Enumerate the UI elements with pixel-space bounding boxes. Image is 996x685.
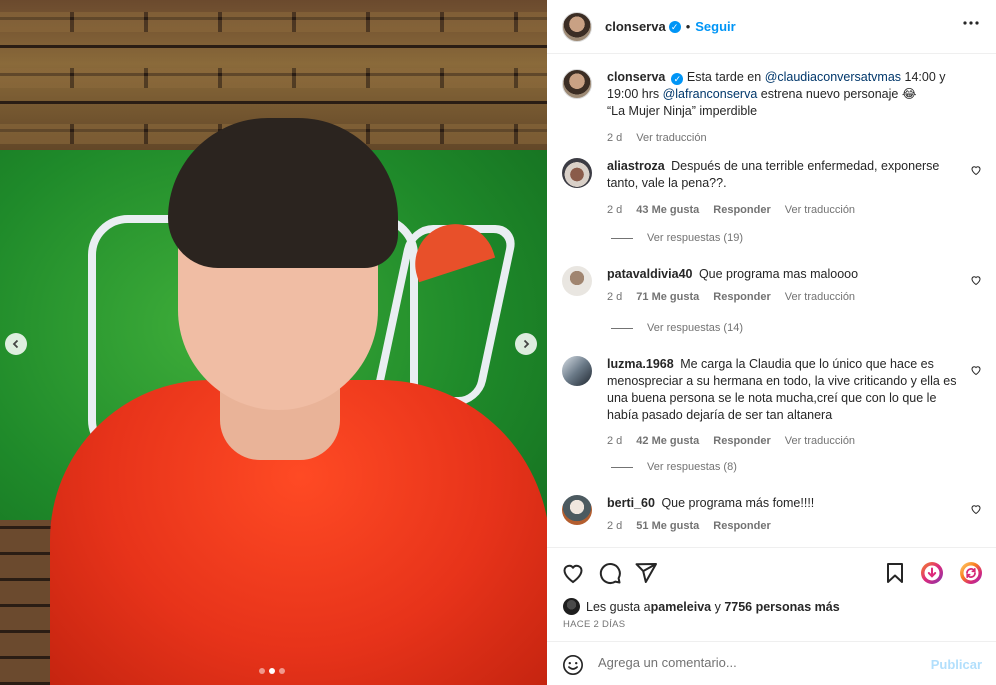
share-send-icon[interactable] [634,561,658,585]
post-action-bar [547,547,996,593]
like-heart-icon[interactable] [970,503,982,515]
comment-item: berti_60 Que programa más fome!!!! 2 d 5… [562,495,982,535]
translate-link[interactable]: Ver traducción [785,289,855,306]
comment-time[interactable]: 2 d [607,202,622,219]
comment-time[interactable]: 2 d [607,289,622,306]
like-heart-icon[interactable] [970,274,982,286]
reply-button[interactable]: Responder [713,518,770,535]
view-replies-label: Ver respuestas (19) [647,232,743,244]
likes-prefix: Les gusta a [586,599,651,614]
verified-badge-icon: ✓ [668,20,681,33]
carousel-dot [259,668,265,674]
comment-username[interactable]: patavaldivia40 [607,267,692,281]
comment-time[interactable]: 2 d [607,518,622,535]
like-heart-icon[interactable] [970,364,982,376]
carousel-dot [279,668,285,674]
comment-username[interactable]: aliastroza [607,159,665,173]
carousel-prev-button[interactable] [5,333,27,355]
comment-text: Que programa más fome!!!! [661,496,815,510]
chevron-right-icon [523,339,530,349]
brick-row [0,12,547,32]
comment-time[interactable]: 2 d [607,433,622,450]
avatar[interactable] [562,158,592,188]
post-details-panel: clonserva ✓ • Seguir clonserva ✓ Esta tar… [547,0,996,685]
comments-list[interactable]: clonserva ✓ Esta tarde en @claudiaconvers… [547,55,996,547]
avatar[interactable] [562,266,592,296]
publish-button[interactable]: Publicar [931,657,982,672]
avatar[interactable] [562,69,592,99]
liker-username[interactable]: pameleiva [651,600,711,614]
post-header: clonserva ✓ • Seguir [547,0,996,54]
divider [611,237,633,239]
reply-button[interactable]: Responder [713,202,770,219]
view-replies-button[interactable]: Ver respuestas (14) [611,322,743,334]
translate-link[interactable]: Ver traducción [785,202,855,219]
comment-item: luzma.1968 Me carga la Claudia que lo ún… [562,356,982,450]
mention-link[interactable]: @lafranconserva [663,87,758,101]
comment-text: Que programa mas maloooo [698,267,859,281]
comment-likes[interactable]: 42 Me gusta [636,433,699,450]
post-photo [0,0,547,685]
comment-item: aliastroza Después de una terrible enfer… [562,158,982,219]
post-caption: clonserva ✓ Esta tarde en @claudiaconvers… [562,69,982,147]
mention-link[interactable]: @claudiaconversatvmas [765,70,901,84]
repost-circle-icon[interactable] [959,561,983,585]
caption-time[interactable]: 2 d [607,130,622,147]
view-replies-label: Ver respuestas (14) [647,322,743,334]
comment-username[interactable]: luzma.1968 [607,357,674,371]
carousel-indicator [259,668,285,674]
view-replies-label: Ver respuestas (8) [647,461,737,473]
likes-middle: y [711,599,725,614]
caption-text: estrena nuevo personaje 😂 [757,87,917,101]
comment-input[interactable] [598,655,918,670]
comment-composer: Publicar [547,641,996,685]
caption-text: Esta tarde en [686,70,765,84]
divider [611,466,633,468]
download-circle-icon[interactable] [920,561,944,585]
reply-button[interactable]: Responder [713,289,770,306]
author-username[interactable]: clonserva [605,19,666,34]
save-bookmark-icon[interactable] [883,561,907,585]
comment-bubble-icon[interactable] [598,561,622,585]
comment-item: patavaldivia40 Que programa mas maloooo … [562,266,982,306]
comment-likes[interactable]: 51 Me gusta [636,518,699,535]
carousel-next-button[interactable] [515,333,537,355]
avatar[interactable] [562,495,592,525]
like-heart-icon[interactable] [561,561,585,585]
avatar[interactable] [563,598,580,615]
reply-button[interactable]: Responder [713,433,770,450]
comment-likes[interactable]: 43 Me gusta [636,202,699,219]
caption-text: “La Mujer Ninja” imperdible [607,104,758,118]
likes-summary[interactable]: Les gusta a pameleiva y 7756 personas má… [563,598,840,615]
comment-likes[interactable]: 71 Me gusta [636,289,699,306]
comment-username[interactable]: berti_60 [607,496,655,510]
brick-row [0,68,547,88]
view-replies-button[interactable]: Ver respuestas (8) [611,461,737,473]
caption-username[interactable]: clonserva [607,70,665,84]
likes-count[interactable]: 7756 personas más [724,600,839,614]
more-options-icon[interactable] [962,14,980,37]
translate-link[interactable]: Ver traducción [785,433,855,450]
avatar[interactable] [562,356,592,386]
chevron-left-icon [12,339,19,349]
avatar[interactable] [562,11,592,42]
carousel-dot [269,668,275,674]
like-heart-icon[interactable] [970,164,982,176]
ellipsis-icon [963,21,979,25]
follow-button[interactable]: Seguir [695,19,735,34]
verified-badge-icon: ✓ [671,73,684,85]
view-replies-button[interactable]: Ver respuestas (19) [611,232,743,244]
divider [611,327,633,329]
separator-dot: • [685,19,691,34]
post-date[interactable]: HACE 2 DÍAS [563,619,625,630]
emoji-icon[interactable] [562,654,584,676]
translate-link[interactable]: Ver traducción [636,130,706,147]
